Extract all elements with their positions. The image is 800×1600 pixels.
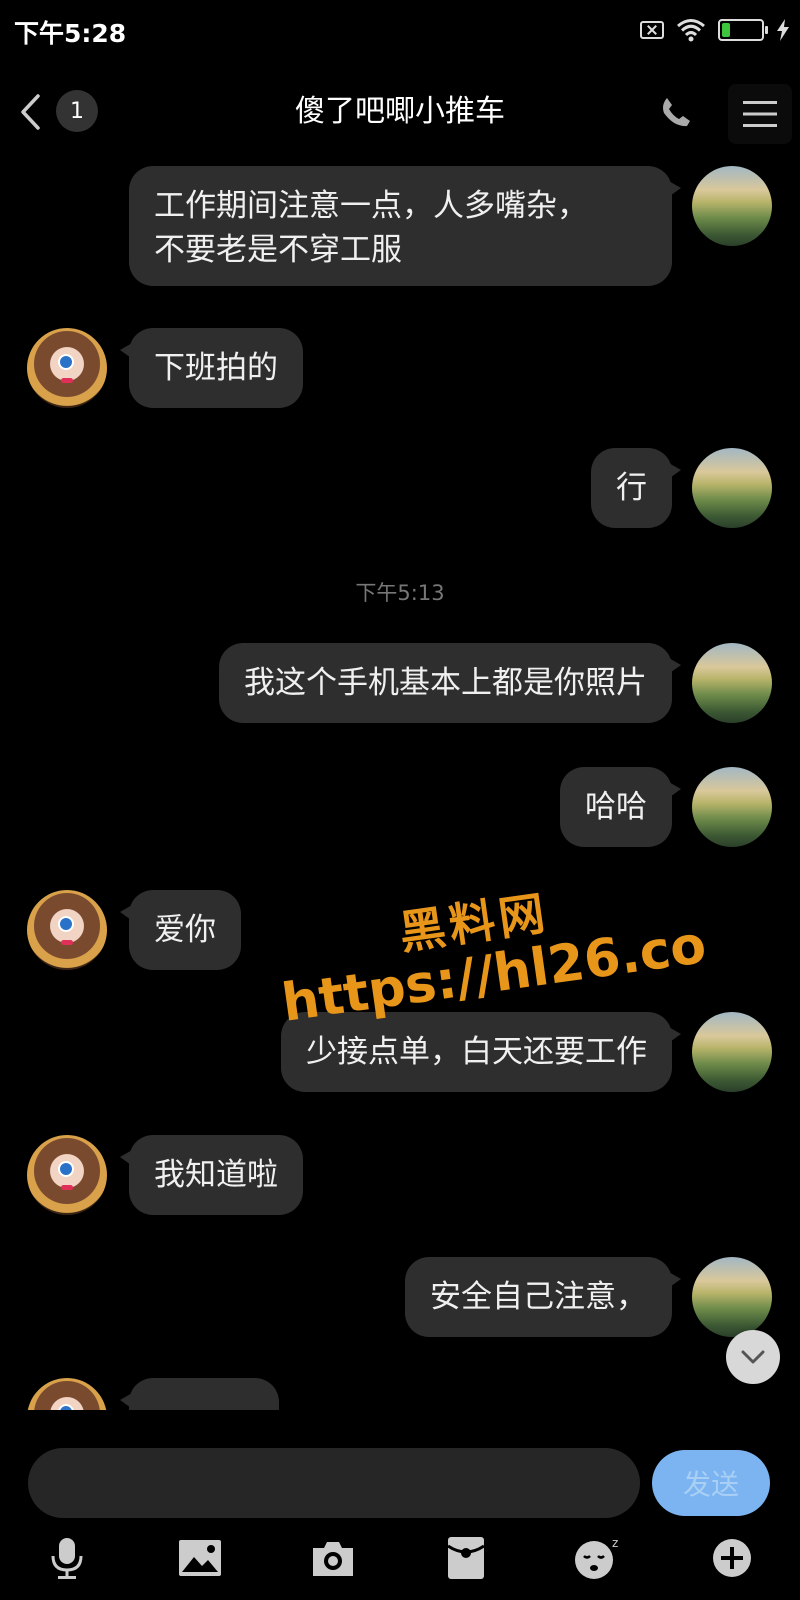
call-button[interactable] — [654, 90, 698, 134]
message-text: 少接点单，白天还要工作 — [306, 1034, 647, 1070]
status-time: 下午5:28 — [14, 19, 127, 48]
message-bubble-sent[interactable]: 安全自己注意， — [405, 1257, 681, 1337]
svg-text:z: z — [612, 1536, 618, 1550]
back-button[interactable] — [12, 90, 48, 134]
message-bubble-sent[interactable]: 哈哈 — [560, 767, 681, 847]
status-icons: 21 — [640, 16, 790, 44]
menu-icon — [743, 101, 777, 127]
message-bubble-sent[interactable]: 我这个手机基本上都是你照片 — [219, 643, 681, 723]
plus-icon — [713, 1539, 751, 1577]
battery-icon: 21 — [718, 19, 768, 41]
message-text: 行 — [616, 470, 647, 506]
status-bar: 下午5:28 21 — [0, 0, 800, 60]
message-bubble-received[interactable]: 我知道啦 — [120, 1135, 303, 1215]
scroll-to-bottom-button[interactable] — [726, 1330, 780, 1384]
battery-level: 21 — [731, 22, 751, 38]
my-avatar[interactable] — [692, 448, 772, 528]
red-packet-button[interactable] — [438, 1530, 494, 1586]
unread-badge[interactable]: 1 — [56, 90, 98, 132]
message-line: 工作期间注意一点，人多嘴杂， — [154, 188, 588, 224]
message-text: 我知道啦 — [154, 1157, 278, 1193]
chat-header: 1 傻了吧唧小推车 — [0, 60, 800, 164]
my-avatar[interactable] — [692, 643, 772, 723]
emoji-button[interactable]: z — [571, 1530, 627, 1586]
message-text: 我这个手机基本上都是你照片 — [244, 665, 647, 701]
message-bubble-received[interactable] — [120, 1378, 279, 1410]
chevron-left-icon — [21, 94, 40, 130]
message-bubble-sent[interactable]: 行 — [591, 448, 681, 528]
message-text: 安全自己注意， — [430, 1279, 647, 1315]
microphone-icon — [51, 1538, 83, 1579]
message-timestamp: 下午5:13 — [355, 581, 445, 605]
phone-icon — [663, 98, 690, 127]
menu-button[interactable] — [728, 84, 792, 144]
message-text: 下班拍的 — [154, 350, 278, 386]
my-avatar[interactable] — [692, 166, 772, 246]
camera-button[interactable] — [305, 1530, 361, 1586]
message-bubble-sent[interactable]: 工作期间注意一点，人多嘴杂， 不要老是不穿工服 — [129, 166, 681, 286]
message-text: 哈哈 — [585, 789, 647, 825]
voice-button[interactable] — [39, 1530, 95, 1586]
charging-bolt-icon — [777, 19, 789, 41]
contact-avatar[interactable] — [27, 1135, 107, 1215]
my-avatar[interactable] — [692, 767, 772, 847]
more-button[interactable] — [704, 1530, 760, 1586]
message-bubble-received[interactable]: 下班拍的 — [120, 328, 303, 408]
my-avatar[interactable] — [692, 1012, 772, 1092]
image-button[interactable] — [172, 1530, 228, 1586]
image-icon — [179, 1540, 221, 1576]
message-list[interactable]: 工作期间注意一点，人多嘴杂， 不要老是不穿工服 下班拍的 行 下午5:13 我这… — [0, 150, 800, 1410]
message-bubble-sent[interactable]: 少接点单，白天还要工作 — [281, 1012, 681, 1092]
input-bar: 发送 z — [0, 1410, 800, 1600]
message-text: 爱你 — [154, 912, 216, 948]
send-button[interactable]: 发送 — [652, 1450, 770, 1516]
chevron-down-icon — [741, 1350, 765, 1364]
wifi-icon — [677, 19, 705, 42]
contact-avatar[interactable] — [27, 1378, 107, 1410]
contact-avatar[interactable] — [27, 890, 107, 970]
message-bubble-received[interactable]: 爱你 — [120, 890, 241, 970]
contact-avatar[interactable] — [27, 328, 107, 408]
my-avatar[interactable] — [692, 1257, 772, 1337]
emoji-icon: z — [575, 1536, 618, 1579]
message-line: 不要老是不穿工服 — [154, 232, 402, 268]
message-input[interactable] — [28, 1448, 640, 1518]
red-packet-icon — [447, 1537, 485, 1579]
sim-off-icon — [640, 21, 664, 39]
camera-icon — [313, 1542, 353, 1576]
